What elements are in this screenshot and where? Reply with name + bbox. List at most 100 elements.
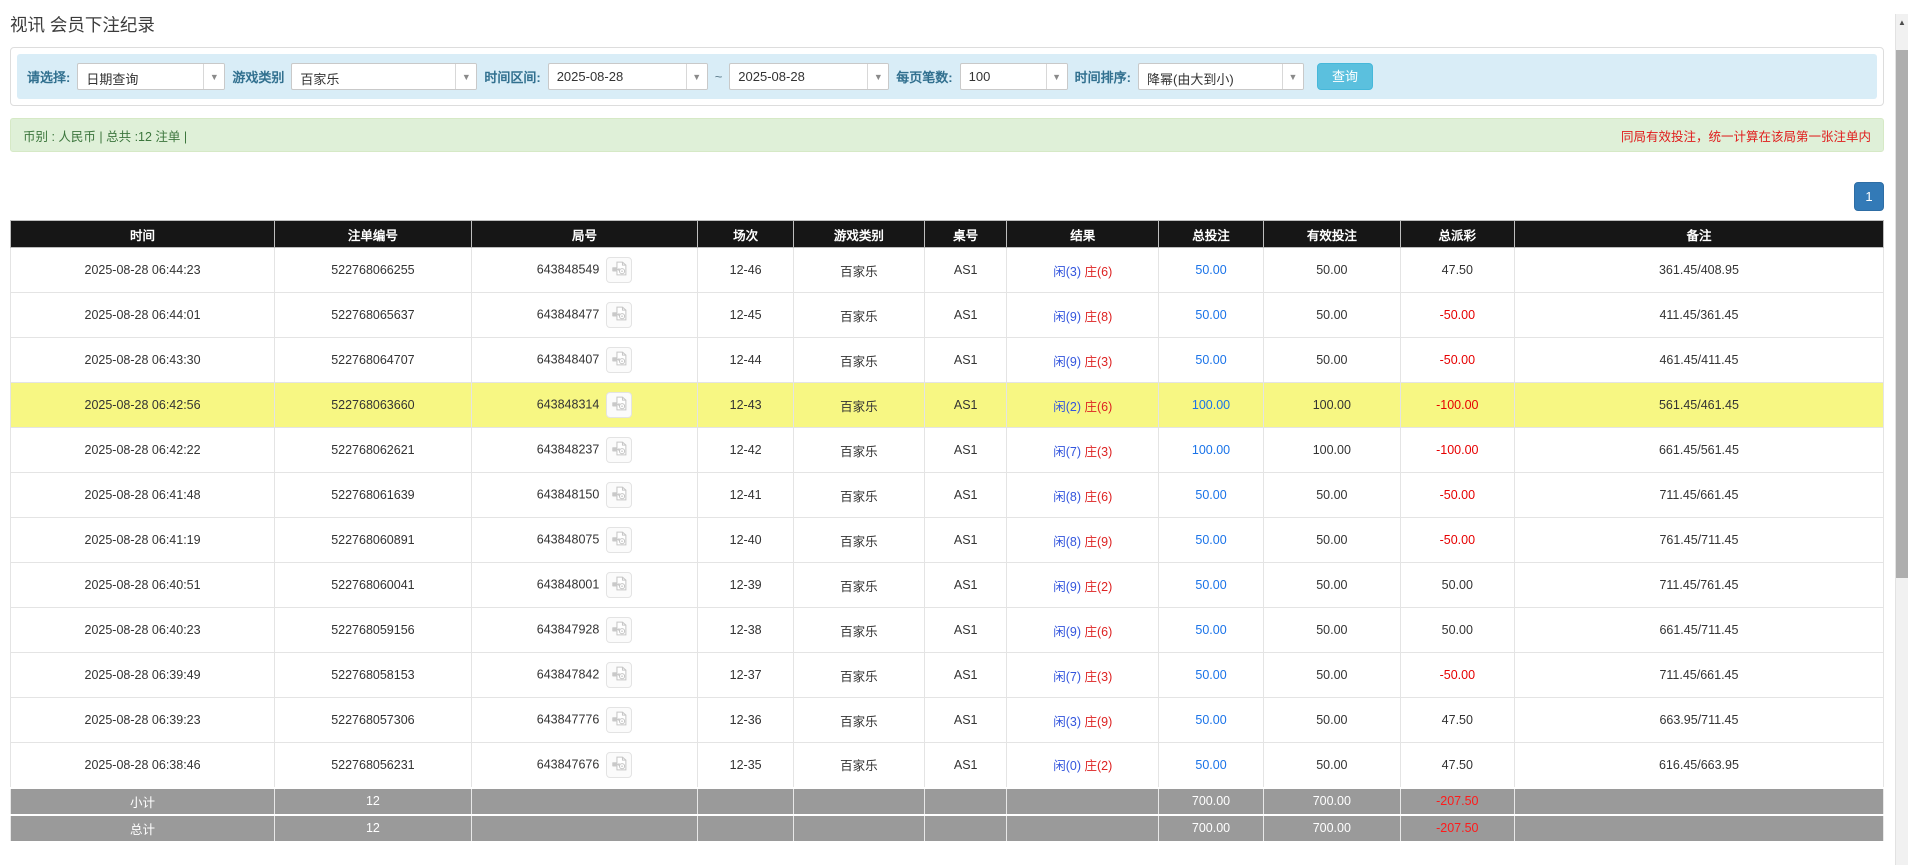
currency-total-text: 币别 : 人民币 | 总共 :12 注单 |: [23, 126, 187, 145]
total-bet-link[interactable]: 50.00: [1195, 758, 1226, 772]
video-replay-button[interactable]: [606, 572, 632, 598]
chevron-down-icon[interactable]: ▼: [203, 64, 224, 89]
video-replay-button[interactable]: [606, 392, 632, 418]
date-to-input[interactable]: 2025-08-28 ▼: [729, 63, 889, 90]
cell-session: 12-42: [698, 428, 794, 473]
result-banker: 庄(3): [1084, 670, 1112, 684]
video-camera-icon: [611, 710, 628, 730]
chevron-down-icon[interactable]: ▼: [686, 64, 707, 89]
total-bet-link[interactable]: 50.00: [1195, 578, 1226, 592]
cell-table-no: AS1: [924, 338, 1006, 383]
table-summary-row: 总计12700.00700.00-207.50: [11, 815, 1884, 842]
video-replay-button[interactable]: [606, 707, 632, 733]
video-camera-icon: [611, 305, 628, 325]
video-replay-button[interactable]: [606, 752, 632, 778]
total-bet-link[interactable]: 50.00: [1195, 488, 1226, 502]
column-header-col-note: 备注: [1514, 221, 1883, 248]
cell-round: 643848237: [471, 428, 698, 473]
cell-valid-bet: 50.00: [1263, 248, 1400, 293]
video-replay-button[interactable]: [606, 347, 632, 373]
cell-result: 闲(9) 庄(6): [1007, 608, 1159, 653]
cell-total-bet: 50.00: [1159, 653, 1264, 698]
cell-payout: -50.00: [1400, 293, 1514, 338]
cell-round: 643847842: [471, 653, 698, 698]
cell-valid-bet: 100.00: [1263, 428, 1400, 473]
result-player: 闲(7): [1053, 670, 1081, 684]
cell-total-bet: 50.00: [1159, 608, 1264, 653]
page-content: 视讯 会员下注纪录 请选择: 日期查询 ▼ 游戏类别 百家乐 ▼ 时间区间: 2…: [10, 0, 1884, 843]
video-replay-button[interactable]: [606, 662, 632, 688]
video-camera-icon: [611, 620, 628, 640]
vertical-scrollbar[interactable]: ▲: [1895, 14, 1908, 865]
cell-total-bet: 100.00: [1159, 383, 1264, 428]
result-banker: 庄(9): [1084, 715, 1112, 729]
chevron-down-icon[interactable]: ▼: [867, 64, 888, 89]
date-from-value: 2025-08-28: [549, 64, 686, 89]
total-bet-link[interactable]: 50.00: [1195, 668, 1226, 682]
total-bet-link[interactable]: 50.00: [1195, 353, 1226, 367]
scrollbar-thumb[interactable]: [1896, 50, 1908, 578]
cell-result: 闲(2) 庄(6): [1007, 383, 1159, 428]
total-bet-link[interactable]: 50.00: [1195, 533, 1226, 547]
sort-select[interactable]: 降幂(由大到小) ▼: [1138, 63, 1304, 90]
table-row: 2025-08-28 06:41:19522768060891643848075…: [11, 518, 1884, 563]
video-replay-button[interactable]: [606, 257, 632, 283]
summary-col-session: [698, 788, 794, 815]
video-replay-button[interactable]: [606, 302, 632, 328]
cell-bet-id: 522768059156: [275, 608, 472, 653]
cell-table-no: AS1: [924, 743, 1006, 788]
search-button[interactable]: 查询: [1317, 63, 1373, 90]
page-size-value: 100: [961, 64, 1046, 89]
round-id: 643847842: [537, 667, 600, 681]
cell-session: 12-35: [698, 743, 794, 788]
cell-bet-id: 522768066255: [275, 248, 472, 293]
cell-table-no: AS1: [924, 698, 1006, 743]
date-from-input[interactable]: 2025-08-28 ▼: [548, 63, 708, 90]
cell-result: 闲(3) 庄(9): [1007, 698, 1159, 743]
scrollbar-up-arrow-icon[interactable]: ▲: [1896, 14, 1908, 31]
round-id: 643848549: [537, 262, 600, 276]
total-bet-link[interactable]: 100.00: [1192, 443, 1230, 457]
game-type-select[interactable]: 百家乐 ▼: [291, 63, 477, 90]
pagination: 1: [10, 182, 1884, 211]
video-replay-button[interactable]: [606, 482, 632, 508]
time-range-label: 时间区间:: [484, 67, 540, 86]
summary-col-round: [471, 815, 698, 842]
summary-col-game-type: [793, 788, 924, 815]
total-bet-link[interactable]: 50.00: [1195, 263, 1226, 277]
cell-note: 661.45/561.45: [1514, 428, 1883, 473]
cell-time: 2025-08-28 06:39:49: [11, 653, 275, 698]
page-size-select[interactable]: 100 ▼: [960, 63, 1068, 90]
chevron-down-icon[interactable]: ▼: [1282, 64, 1303, 89]
video-replay-button[interactable]: [606, 617, 632, 643]
total-bet-link[interactable]: 50.00: [1195, 623, 1226, 637]
cell-bet-id: 522768061639: [275, 473, 472, 518]
total-bet-link[interactable]: 50.00: [1195, 713, 1226, 727]
table-summary-row: 小计12700.00700.00-207.50: [11, 788, 1884, 815]
total-bet-link[interactable]: 50.00: [1195, 308, 1226, 322]
result-player: 闲(9): [1053, 355, 1081, 369]
cell-session: 12-38: [698, 608, 794, 653]
chevron-down-icon[interactable]: ▼: [1046, 64, 1067, 89]
total-bet-link[interactable]: 100.00: [1192, 398, 1230, 412]
cell-round: 643847928: [471, 608, 698, 653]
video-camera-icon: [611, 530, 628, 550]
column-header-col-round: 局号: [471, 221, 698, 248]
video-replay-button[interactable]: [606, 437, 632, 463]
video-replay-button[interactable]: [606, 527, 632, 553]
table-row: 2025-08-28 06:38:46522768056231643847676…: [11, 743, 1884, 788]
summary-col-note: [1514, 788, 1883, 815]
cell-payout: 47.50: [1400, 698, 1514, 743]
result-banker: 庄(9): [1084, 535, 1112, 549]
chevron-down-icon[interactable]: ▼: [455, 64, 476, 89]
summary-col-valid-bet: 700.00: [1263, 815, 1400, 842]
page-1-button[interactable]: 1: [1854, 182, 1884, 211]
cell-game-type: 百家乐: [793, 383, 924, 428]
summary-col-payout: -207.50: [1400, 815, 1514, 842]
cell-note: 711.45/761.45: [1514, 563, 1883, 608]
game-type-label: 游戏类别: [232, 67, 284, 86]
result-player: 闲(3): [1053, 265, 1081, 279]
cell-note: 461.45/411.45: [1514, 338, 1883, 383]
query-type-select[interactable]: 日期查询 ▼: [77, 63, 225, 90]
query-type-value: 日期查询: [78, 64, 203, 89]
